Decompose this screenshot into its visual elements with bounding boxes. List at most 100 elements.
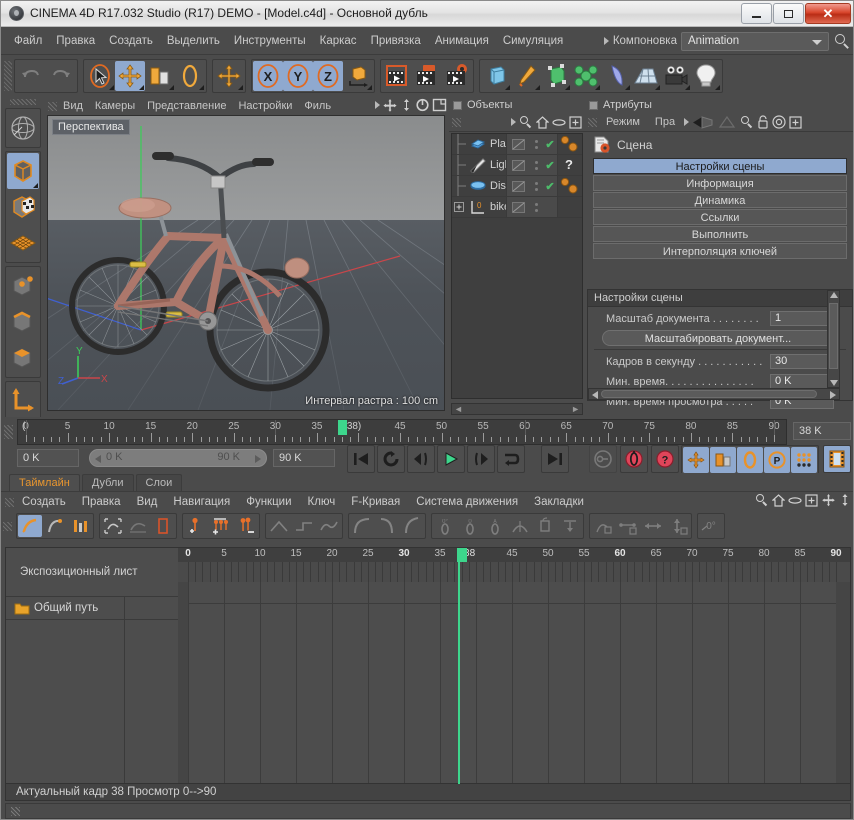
menu-animation[interactable]: Анимация xyxy=(428,32,496,50)
lock-tangent-button[interactable] xyxy=(533,515,557,537)
frame-all-button[interactable] xyxy=(126,515,150,537)
pan-icon[interactable] xyxy=(821,493,836,507)
tab-links[interactable]: Ссылки xyxy=(593,209,847,225)
timeline-menu-functions[interactable]: Функции xyxy=(238,496,299,508)
object-icon-cell[interactable] xyxy=(506,155,529,175)
pan-icon[interactable] xyxy=(382,98,398,112)
step-forward-button[interactable] xyxy=(467,445,495,473)
ellipse-icon[interactable] xyxy=(788,494,802,507)
animation-layout-button[interactable] xyxy=(823,445,851,473)
visibility-dots[interactable] xyxy=(529,134,543,154)
timeline-menu-key[interactable]: Ключ xyxy=(300,496,344,508)
table-row[interactable]: Disc ✔ xyxy=(452,176,582,197)
scroll-thumb[interactable] xyxy=(829,303,838,369)
attributes-vscrollbar[interactable] xyxy=(827,290,840,388)
timeline-menu-grip[interactable] xyxy=(5,498,14,507)
keyframe-selection-button[interactable]: ? xyxy=(651,445,679,473)
maximize-view-icon[interactable] xyxy=(432,98,447,112)
linear-interp-button[interactable] xyxy=(267,515,291,537)
range-left-handle[interactable] xyxy=(95,455,101,463)
tab-execute[interactable]: Выполнить xyxy=(593,226,847,242)
lock-icon[interactable] xyxy=(757,115,769,129)
zero-tangent-button[interactable] xyxy=(558,515,582,537)
viewport-menu-filter[interactable]: Филь xyxy=(298,100,337,112)
object-manager-grip[interactable] xyxy=(452,118,461,127)
chevron-right-icon[interactable] xyxy=(604,37,609,45)
search-icon[interactable] xyxy=(519,115,533,129)
record-active-objects-button[interactable] xyxy=(589,445,617,473)
document-scale-input[interactable]: 1 xyxy=(770,311,834,326)
viewport-canvas[interactable]: Перспектива Интервал растра : 100 cm Y X… xyxy=(47,115,445,411)
animation-mode-button[interactable] xyxy=(18,515,42,537)
viewport-grip[interactable] xyxy=(48,102,57,111)
frame-region-button[interactable] xyxy=(151,515,175,537)
timeline-menu-create[interactable]: Создать xyxy=(14,496,74,508)
array-button[interactable] xyxy=(571,61,601,91)
table-row[interactable]: Plane ✔ xyxy=(452,134,582,155)
object-icon-cell[interactable] xyxy=(506,176,529,196)
enable-check[interactable]: ✔ xyxy=(543,134,557,154)
viewport-menu-view[interactable]: Вид xyxy=(57,100,89,112)
back-arrow-icon[interactable] xyxy=(692,116,714,129)
remove-key-button[interactable] xyxy=(234,515,258,537)
spline-interp-button[interactable] xyxy=(317,515,341,537)
timeline-menu-fcurve[interactable]: F-Кривая xyxy=(343,496,408,508)
step-back-button[interactable] xyxy=(407,445,435,473)
timeline-menu-bookmarks[interactable]: Закладки xyxy=(526,496,592,508)
break-tangent-button[interactable] xyxy=(508,515,532,537)
menu-select[interactable]: Выделить xyxy=(160,32,227,50)
points-mode-button[interactable] xyxy=(7,268,39,304)
add-key-button[interactable] xyxy=(184,515,208,537)
left-toolbar-grip[interactable] xyxy=(10,99,36,105)
fps-input[interactable]: 30 xyxy=(770,354,834,369)
spline-pen-button[interactable] xyxy=(511,61,541,91)
lock-x-axis-button[interactable]: X xyxy=(253,61,283,91)
lock-time-button[interactable] xyxy=(616,515,640,537)
enable-check[interactable] xyxy=(543,197,557,217)
axis-mode-button[interactable] xyxy=(7,383,39,419)
loop-button[interactable] xyxy=(497,445,525,473)
preview-range-bar[interactable]: 0 K 90 K xyxy=(89,449,267,467)
timeline-ruler[interactable]: 051015202530354550556065707580859038)( xyxy=(17,419,787,445)
tag-icons[interactable]: ? xyxy=(557,155,582,175)
scale-tool-button[interactable] xyxy=(145,61,175,91)
model-mode-button[interactable] xyxy=(7,153,39,189)
world-object-axis-button[interactable] xyxy=(214,61,244,91)
panel-menu-icon[interactable] xyxy=(589,101,598,110)
tab-dynamics[interactable]: Динамика xyxy=(593,192,847,208)
zero-angle-button[interactable]: 0° xyxy=(433,515,457,537)
lock-z-axis-button[interactable]: Z xyxy=(313,61,343,91)
target-icon[interactable] xyxy=(772,115,786,129)
chevron-right-icon[interactable] xyxy=(375,101,380,109)
tag-icons[interactable] xyxy=(557,197,582,217)
render-settings-button[interactable] xyxy=(442,61,472,91)
timeline-menu-edit[interactable]: Правка xyxy=(74,496,129,508)
ease-in-out-button[interactable] xyxy=(350,515,374,537)
tag-icons[interactable] xyxy=(557,176,582,196)
timeline-menu-motion-system[interactable]: Система движения xyxy=(408,496,526,508)
attributes-menu-edit[interactable]: Пра xyxy=(649,116,681,128)
attributes-menu-mode[interactable]: Режим xyxy=(600,116,646,128)
panel-menu-icon[interactable] xyxy=(453,101,462,110)
menu-tools[interactable]: Инструменты xyxy=(227,32,313,50)
position-key-button[interactable] xyxy=(683,447,709,473)
table-row[interactable]: Light ✔ ? xyxy=(452,155,582,176)
zero-length-button[interactable]: 0 xyxy=(458,515,482,537)
ellipse-icon[interactable] xyxy=(552,116,566,129)
lock-length-button[interactable] xyxy=(666,515,690,537)
current-frame-input[interactable]: 38 K xyxy=(793,422,851,440)
dolly-icon[interactable] xyxy=(400,98,413,112)
powerslider-grip[interactable] xyxy=(4,425,13,439)
max-time-field[interactable]: 90 K xyxy=(273,449,335,467)
timeline-toolbar-grip[interactable] xyxy=(3,522,12,531)
visibility-dots[interactable] xyxy=(529,155,543,175)
toolbar-grip[interactable] xyxy=(4,61,12,91)
timeline-menu-navigation[interactable]: Навигация xyxy=(165,496,238,508)
world-coordinates-button[interactable] xyxy=(343,61,373,91)
parameter-key-button[interactable]: P xyxy=(764,447,790,473)
timeline-menu-view[interactable]: Вид xyxy=(129,496,166,508)
tab-layers[interactable]: Слои xyxy=(136,474,183,491)
tab-scene-settings[interactable]: Настройки сцены xyxy=(593,158,847,174)
table-row[interactable]: 0 bike xyxy=(452,197,582,218)
search-icon[interactable] xyxy=(755,493,769,507)
